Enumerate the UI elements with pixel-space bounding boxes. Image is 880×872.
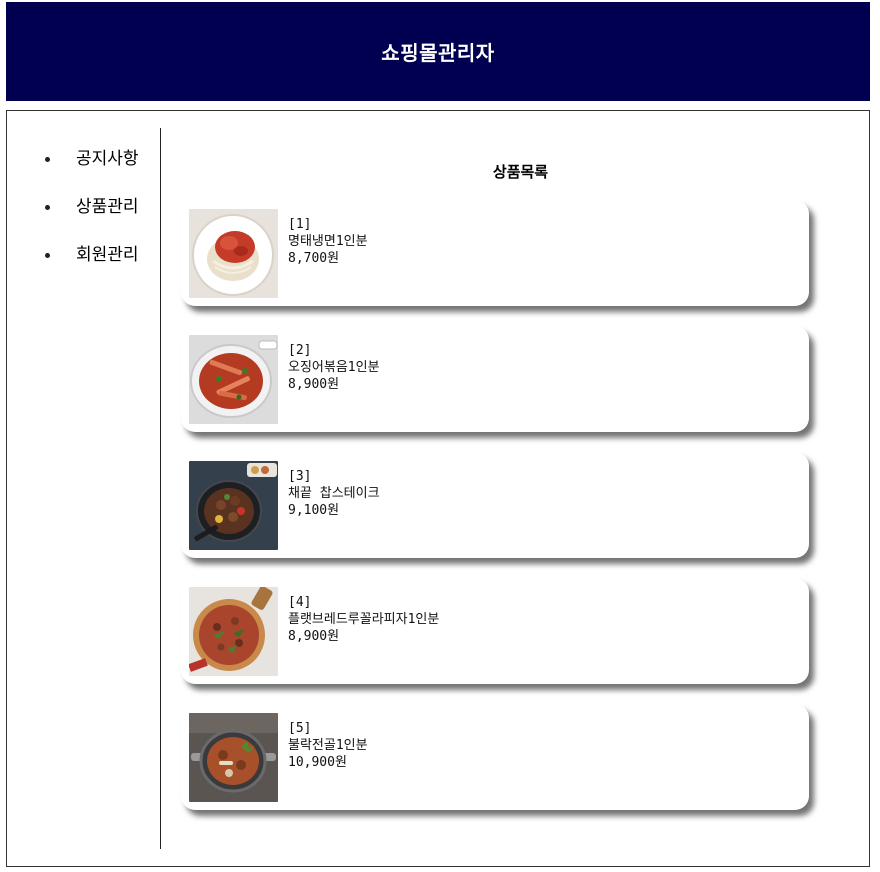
sidebar-item-members[interactable]: 회원관리 xyxy=(7,244,160,292)
product-card[interactable]: [4] 플랫브레드루꼴라피자1인분 8,900원 xyxy=(181,578,809,684)
product-card[interactable]: [3] 채끝 찹스테이크 9,100원 xyxy=(181,452,809,558)
sidebar-item-label: 회원관리 xyxy=(76,245,139,265)
product-info: [4] 플랫브레드루꼴라피자1인분 8,900원 xyxy=(288,594,439,645)
bullet-icon xyxy=(45,253,50,258)
product-index: [1] xyxy=(288,217,312,232)
naengmyeon-image[interactable] xyxy=(189,209,278,298)
product-name: 플랫브레드루꼴라피자1인분 xyxy=(288,612,440,627)
product-card[interactable]: [2] 오징어볶음1인분 8,900원 xyxy=(181,326,809,432)
product-info: [3] 채끝 찹스테이크 9,100원 xyxy=(288,468,380,519)
header-bar: 쇼핑몰관리자 xyxy=(6,2,870,101)
product-index: [5] xyxy=(288,721,312,736)
product-list-title: 상품목록 xyxy=(492,163,549,181)
product-card[interactable]: [1] 명태냉면1인분 8,700원 xyxy=(181,200,809,306)
product-info: [1] 명태냉면1인분 8,700원 xyxy=(288,216,368,267)
product-card[interactable]: [5] 불락전골1인분 10,900원 xyxy=(181,704,809,810)
product-list: [1] 명태냉면1인분 8,700원 [2] 오징어볶음1인분 8,900원 [… xyxy=(181,200,809,830)
product-name: 채끝 찹스테이크 xyxy=(288,486,380,501)
sidebar: 공지사항 상품관리 회원관리 xyxy=(7,128,161,849)
page-title: 쇼핑몰관리자 xyxy=(381,41,495,65)
sidebar-item-label: 상품관리 xyxy=(76,197,139,217)
product-index: [2] xyxy=(288,343,312,358)
product-price: 9,100원 xyxy=(288,503,340,518)
sidebar-menu: 공지사항 상품관리 회원관리 xyxy=(7,128,160,292)
squid-stirfry-image[interactable] xyxy=(189,335,278,424)
product-info: [5] 불락전골1인분 10,900원 xyxy=(288,720,368,771)
product-info: [2] 오징어볶음1인분 8,900원 xyxy=(288,342,380,393)
sidebar-item-products[interactable]: 상품관리 xyxy=(7,196,160,244)
bullet-icon xyxy=(45,157,50,162)
product-index: [4] xyxy=(288,595,312,610)
main-frame: 공지사항 상품관리 회원관리 상품목록 [1] 명태냉면1인분 8,700원 [… xyxy=(6,110,870,867)
hotpot-image[interactable] xyxy=(189,713,278,802)
bullet-icon xyxy=(45,205,50,210)
chop-steak-image[interactable] xyxy=(189,461,278,550)
product-name: 명태냉면1인분 xyxy=(288,234,368,249)
product-price: 8,900원 xyxy=(288,629,340,644)
sidebar-item-notice[interactable]: 공지사항 xyxy=(7,148,160,196)
product-price: 8,900원 xyxy=(288,377,340,392)
flatbread-pizza-image[interactable] xyxy=(189,587,278,676)
product-index: [3] xyxy=(288,469,312,484)
product-price: 8,700원 xyxy=(288,251,340,266)
product-list-area: 상품목록 [1] 명태냉면1인분 8,700원 [2] 오징어볶음1인분 8,9… xyxy=(162,111,869,866)
sidebar-item-label: 공지사항 xyxy=(76,149,139,169)
product-name: 오징어볶음1인분 xyxy=(288,360,380,375)
product-price: 10,900원 xyxy=(288,755,347,770)
product-name: 불락전골1인분 xyxy=(288,738,368,753)
